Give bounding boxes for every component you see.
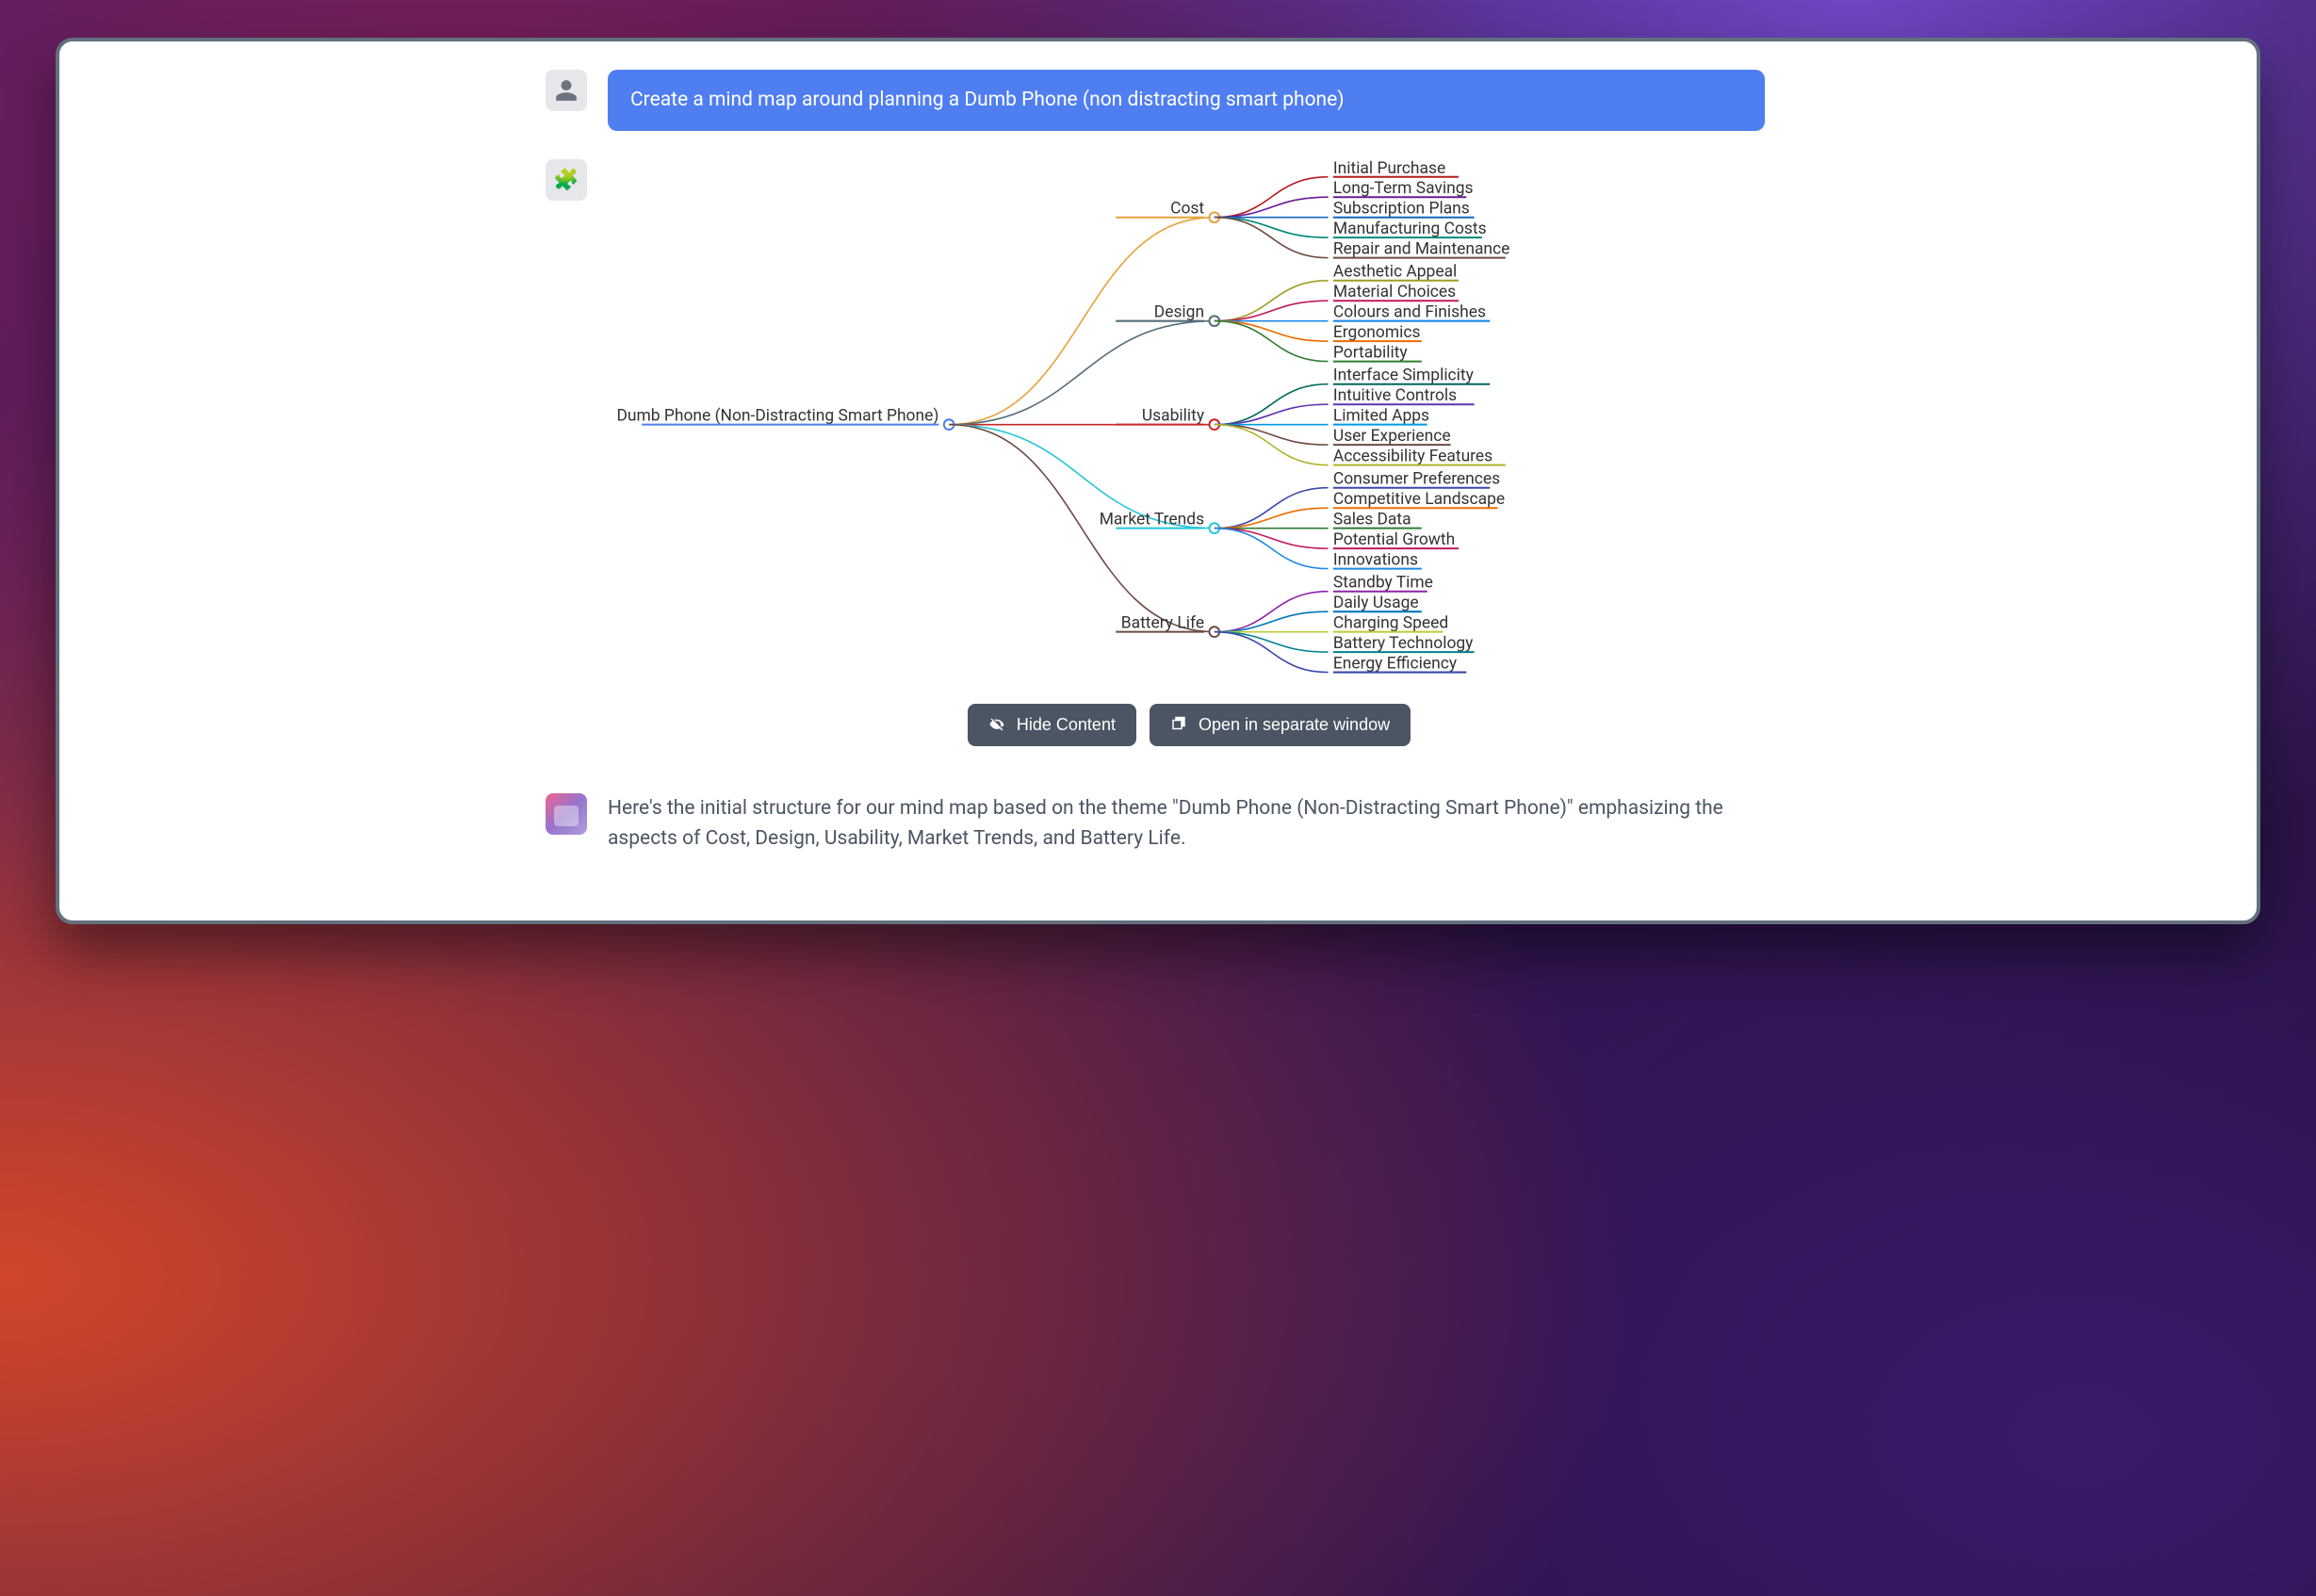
puzzle-icon: 🧩 xyxy=(553,169,579,192)
mindmap-node-label: Battery Technology xyxy=(1333,634,1474,653)
mindmap-node-label: Long-Term Savings xyxy=(1333,180,1474,199)
mindmap-node-label: Daily Usage xyxy=(1333,594,1419,613)
mindmap-node-label: Competitive Landscape xyxy=(1333,491,1505,510)
mindmap-node-label: Material Choices xyxy=(1333,284,1456,302)
mindmap-node-label: Limited Apps xyxy=(1333,407,1429,426)
mindmap-node-label: Dumb Phone (Non-Distracting Smart Phone) xyxy=(616,407,938,426)
mindmap-node-label: Aesthetic Appeal xyxy=(1333,263,1457,282)
user-message-row: Create a mind map around planning a Dumb… xyxy=(546,70,1770,131)
tool-output-block: Dumb Phone (Non-Distracting Smart Phone)… xyxy=(608,159,1770,745)
mindmap-node-label: Subscription Plans xyxy=(1333,200,1470,219)
mindmap-node-label: User Experience xyxy=(1333,427,1451,446)
windows-icon xyxy=(1170,716,1187,733)
assistant-message-row: Here's the initial structure for our min… xyxy=(546,793,1770,855)
eye-off-icon xyxy=(988,716,1005,733)
user-message-text: Create a mind map around planning a Dumb… xyxy=(630,89,1345,111)
mindmap-svg: Dumb Phone (Non-Distracting Smart Phone)… xyxy=(608,159,1770,690)
mindmap-node-label: Cost xyxy=(1170,200,1204,219)
assistant-message-text: Here's the initial structure for our min… xyxy=(608,793,1770,855)
mindmap-node-label: Charging Speed xyxy=(1333,614,1448,633)
mindmap-node-label: Usability xyxy=(1142,407,1205,426)
mindmap-node-label: Innovations xyxy=(1333,551,1418,570)
desktop-background: Create a mind map around planning a Dumb… xyxy=(0,0,2316,1596)
mindmap-node-label: Accessibility Features xyxy=(1333,448,1492,466)
user-avatar xyxy=(546,70,587,111)
mindmap-node-label: Design xyxy=(1154,303,1204,322)
mindmap-node-label: Standby Time xyxy=(1333,574,1433,593)
tool-output-row: 🧩 Dumb Phone (Non-Distracting Smart Phon… xyxy=(546,159,1770,745)
mindmap-node-label: Manufacturing Costs xyxy=(1333,220,1487,239)
mindmap-node-label: Interface Simplicity xyxy=(1333,366,1475,385)
assistant-avatar xyxy=(546,793,587,835)
open-window-label: Open in separate window xyxy=(1199,715,1390,735)
user-message-bubble: Create a mind map around planning a Dumb… xyxy=(608,70,1765,131)
mindmap-node-label: Sales Data xyxy=(1333,511,1411,529)
mindmap-node-label: Battery Life xyxy=(1121,614,1204,633)
tool-avatar: 🧩 xyxy=(546,159,587,201)
mindmap-node-label: Initial Purchase xyxy=(1333,159,1445,178)
chat-area: Create a mind map around planning a Dumb… xyxy=(546,70,1770,855)
mindmap-node-label: Intuitive Controls xyxy=(1333,387,1457,406)
mindmap-node-label: Colours and Finishes xyxy=(1333,303,1486,322)
hide-content-label: Hide Content xyxy=(1017,715,1116,735)
mindmap-node-label: Potential Growth xyxy=(1333,530,1455,549)
mindmap-node-label: Consumer Preferences xyxy=(1333,470,1500,489)
hide-content-button[interactable]: Hide Content xyxy=(968,704,1136,746)
mindmap-node-label: Market Trends xyxy=(1100,511,1204,529)
mindmap-node-label: Portability xyxy=(1333,344,1409,363)
person-icon xyxy=(554,78,579,103)
app-window: Create a mind map around planning a Dumb… xyxy=(56,38,2260,924)
mindmap-buttons: Hide Content Open in separate window xyxy=(608,704,1770,746)
mindmap-node-label: Repair and Maintenance xyxy=(1333,240,1509,259)
mindmap-canvas[interactable]: Dumb Phone (Non-Distracting Smart Phone)… xyxy=(608,159,1770,693)
mindmap-node-label: Ergonomics xyxy=(1333,324,1421,343)
mindmap-node-label: Energy Efficiency xyxy=(1333,655,1458,674)
open-window-button[interactable]: Open in separate window xyxy=(1150,704,1411,746)
